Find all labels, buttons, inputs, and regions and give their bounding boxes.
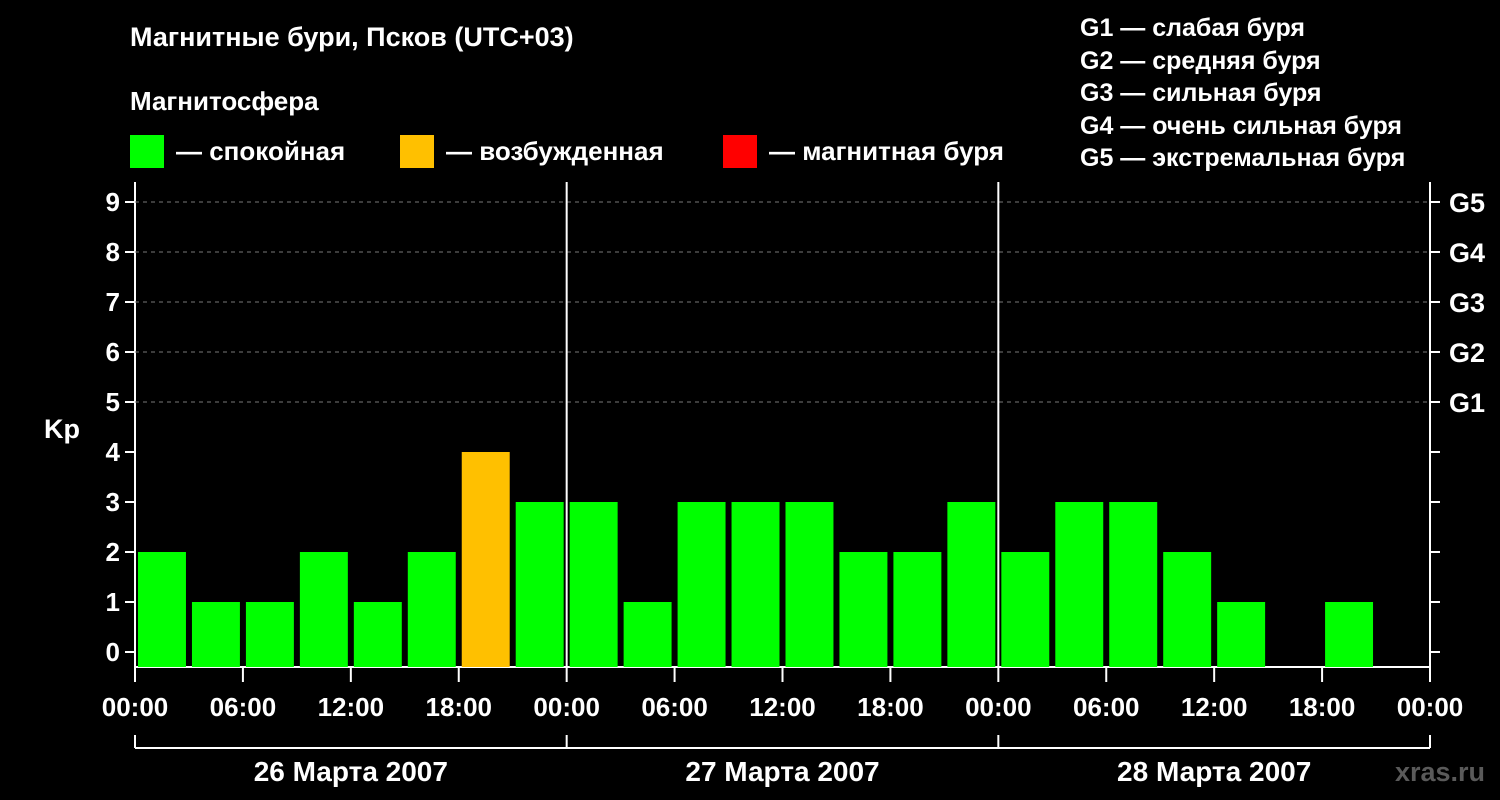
x-tick-label: 06:00: [641, 692, 708, 722]
kp-bar: [677, 502, 726, 667]
y-tick-label: 8: [106, 237, 120, 267]
x-tick-label: 06:00: [1073, 692, 1140, 722]
x-tick-label: 18:00: [426, 692, 493, 722]
y-tick-label: 5: [106, 387, 120, 417]
x-tick-label: 00:00: [965, 692, 1032, 722]
x-tick-label: 12:00: [318, 692, 385, 722]
x-tick-label: 06:00: [210, 692, 277, 722]
g-level-label: G1: [1449, 388, 1485, 418]
x-tick-label: 12:00: [749, 692, 816, 722]
kp-bar: [407, 552, 456, 667]
kp-bar: [569, 502, 618, 667]
watermark: xras.ru: [1395, 757, 1485, 787]
kp-bar: [947, 502, 996, 667]
y-tick-label: 2: [106, 537, 120, 567]
kp-chart: 0 1 2 3 4 5 6 7 8 9 Kp G1 G2 G3 G4 G5 00:00 06:00 12:00 18:…: [44, 182, 1485, 787]
day-label: 27 Марта 2007: [685, 756, 879, 787]
kp-bar: [623, 602, 672, 667]
kp-bar: [515, 502, 564, 667]
x-tick-label: 18:00: [1289, 692, 1356, 722]
y-tick-label: 3: [106, 487, 120, 517]
kp-bar: [1163, 552, 1212, 667]
y-tick-label: 1: [106, 587, 120, 617]
kp-bar: [731, 502, 780, 667]
x-tick-label: 00:00: [1397, 692, 1464, 722]
x-tick-label: 12:00: [1181, 692, 1248, 722]
y-tick-label: 6: [106, 337, 120, 367]
kp-bar: [1109, 502, 1158, 667]
kp-bar: [353, 602, 402, 667]
g-level-label: G2: [1449, 338, 1485, 368]
y-tick-label: 4: [106, 437, 121, 467]
kp-bar: [1217, 602, 1266, 667]
g-level-label: G4: [1449, 238, 1485, 268]
kp-bar: [893, 552, 942, 667]
y-tick-label: 7: [106, 287, 120, 317]
g-level-label: G3: [1449, 288, 1485, 318]
kp-bar: [299, 552, 348, 667]
x-tick-label: 00:00: [102, 692, 169, 722]
x-tick-label: 00:00: [533, 692, 600, 722]
kp-bar: [191, 602, 240, 667]
y-axis-label: Kp: [44, 414, 80, 444]
kp-bar: [785, 502, 834, 667]
y-tick-label: 9: [106, 187, 120, 217]
g-level-label: G5: [1449, 188, 1485, 218]
day-label: 28 Марта 2007: [1117, 756, 1311, 787]
kp-bar: [245, 602, 294, 667]
kp-bar: [1001, 552, 1050, 667]
kp-bar: [138, 552, 186, 667]
kp-bar: [461, 452, 510, 667]
x-tick-label: 18:00: [857, 692, 924, 722]
kp-bar: [839, 552, 888, 667]
kp-bar: [1055, 502, 1104, 667]
kp-bar: [1325, 602, 1374, 667]
day-label: 26 Марта 2007: [254, 756, 448, 787]
y-tick-label: 0: [106, 637, 120, 667]
